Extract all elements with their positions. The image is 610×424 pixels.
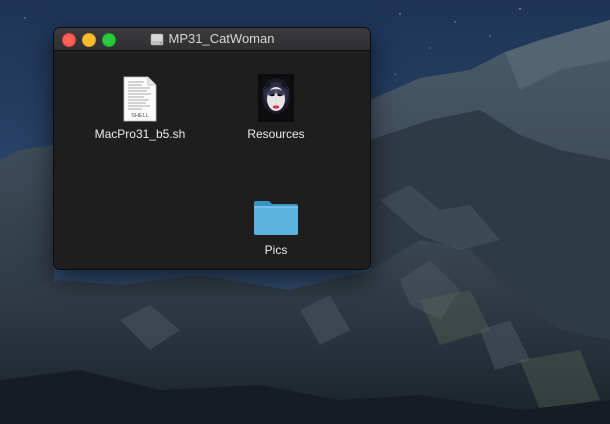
file-item-shell-script[interactable]: SHELL MacPro31_b5.sh bbox=[80, 74, 200, 142]
window-content[interactable]: SHELL MacPro31_b5.sh Resources Pics bbox=[54, 51, 370, 269]
file-label: Pics bbox=[264, 243, 288, 257]
folder-icon bbox=[254, 201, 298, 235]
catwoman-thumbnail-icon bbox=[258, 74, 294, 122]
shell-script-icon: SHELL bbox=[123, 76, 157, 122]
finder-window[interactable]: MP31_CatWoman SHELL MacPro31_b5.sh Resou… bbox=[54, 28, 370, 269]
drive-icon bbox=[150, 33, 163, 45]
file-item-resources[interactable]: Resources bbox=[216, 74, 336, 142]
file-label: Resources bbox=[247, 127, 305, 141]
file-label: MacPro31_b5.sh bbox=[94, 127, 186, 141]
shell-badge: SHELL bbox=[131, 113, 148, 119]
folder-item-pics[interactable]: Pics bbox=[216, 172, 336, 258]
window-titlebar[interactable]: MP31_CatWoman bbox=[54, 28, 370, 51]
window-title: MP31_CatWoman bbox=[168, 31, 275, 46]
window-title-group: MP31_CatWoman bbox=[54, 28, 370, 50]
